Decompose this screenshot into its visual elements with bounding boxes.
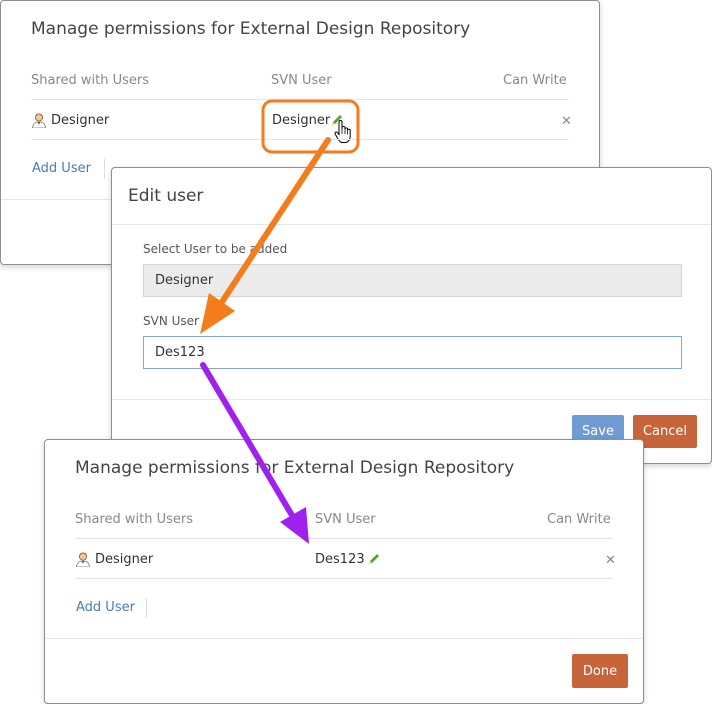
divider — [75, 538, 613, 539]
svn-user-value: Des123 — [315, 552, 365, 567]
svn-user-input-value: Des123 — [155, 345, 205, 360]
column-header-shared-users: Shared with Users — [75, 512, 194, 527]
footer-divider — [112, 399, 711, 400]
svn-user-value: Designer — [272, 113, 331, 128]
hand-cursor-icon — [333, 119, 353, 148]
dialog-title: Manage permissions for External Design R… — [31, 19, 471, 39]
add-user-link[interactable]: Add User — [32, 161, 91, 176]
column-header-svn-user: SVN User — [271, 73, 332, 88]
shared-user-name: Designer — [95, 552, 154, 567]
select-user-value: Designer — [155, 273, 214, 288]
divider — [31, 139, 569, 140]
edit-user-dialog: Edit user Select User to be added Design… — [111, 167, 712, 464]
user-avatar-icon — [31, 112, 47, 132]
remove-user-icon[interactable]: ✕ — [605, 554, 616, 567]
edit-pencil-icon[interactable] — [367, 551, 381, 570]
user-avatar-icon — [75, 551, 91, 571]
footer-divider — [45, 638, 643, 639]
edit-dialog-title: Edit user — [128, 186, 204, 206]
svn-user-input[interactable]: Des123 — [143, 336, 682, 369]
done-button[interactable]: Done — [572, 654, 628, 688]
permissions-dialog-bottom: Manage permissions for External Design R… — [44, 439, 644, 704]
separator — [104, 159, 105, 179]
column-header-svn-user: SVN User — [315, 512, 376, 527]
column-header-shared-users: Shared with Users — [31, 73, 150, 88]
svn-user-label: SVN User — [143, 314, 199, 328]
add-user-link[interactable]: Add User — [76, 600, 135, 615]
divider — [75, 578, 613, 579]
column-header-can-write: Can Write — [503, 73, 567, 88]
column-header-can-write: Can Write — [547, 512, 611, 527]
header-divider — [112, 224, 711, 225]
remove-user-icon[interactable]: ✕ — [561, 115, 572, 128]
dialog-title: Manage permissions for External Design R… — [75, 458, 515, 478]
separator — [146, 598, 147, 618]
select-user-label: Select User to be added — [143, 242, 288, 256]
select-user-field: Designer — [143, 264, 682, 297]
divider — [31, 99, 569, 100]
shared-user-name: Designer — [51, 113, 110, 128]
